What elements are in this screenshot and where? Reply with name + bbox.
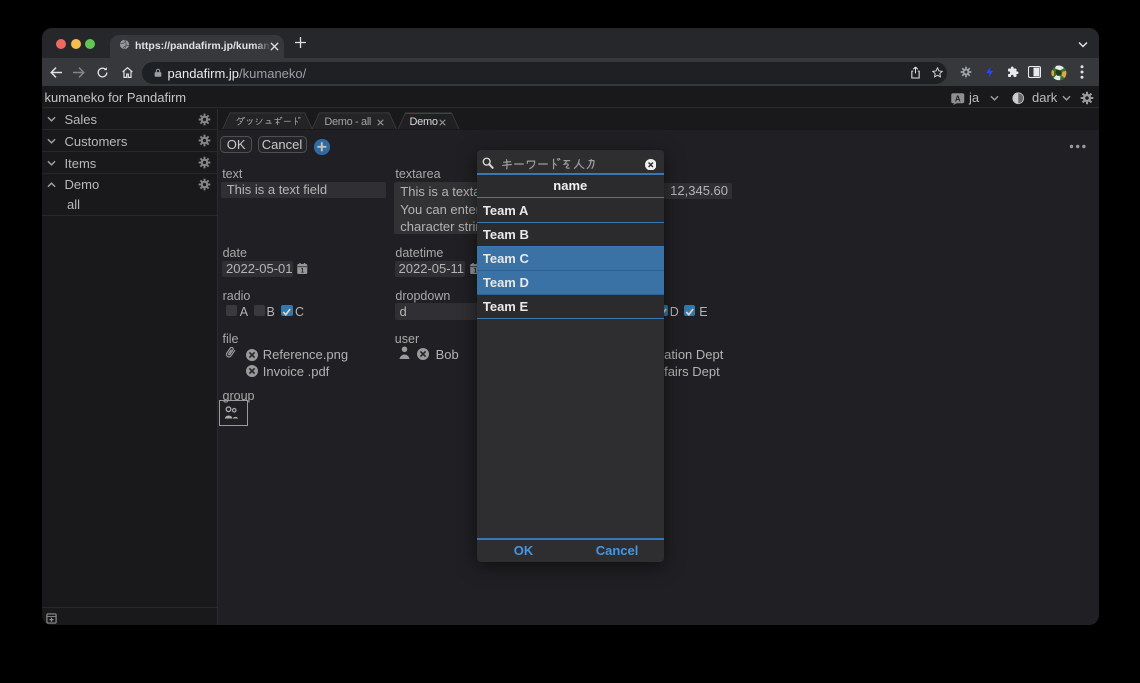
svg-text:A: A bbox=[955, 94, 961, 103]
svg-text:1: 1 bbox=[301, 268, 305, 275]
